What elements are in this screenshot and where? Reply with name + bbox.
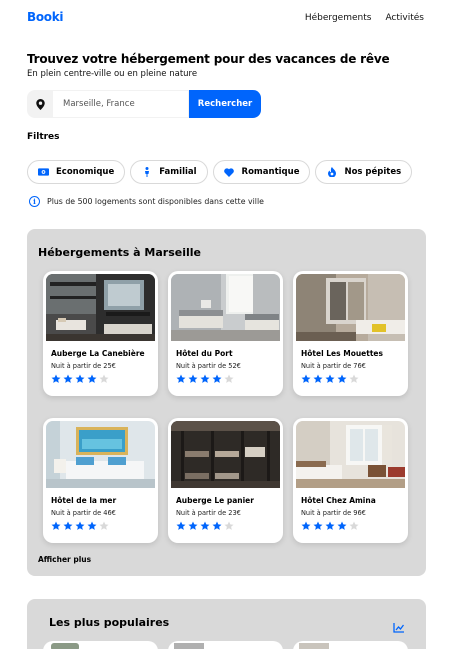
star-empty-icon bbox=[99, 374, 109, 383]
popular-card[interactable] bbox=[293, 641, 408, 649]
popular-card[interactable] bbox=[168, 641, 283, 649]
card-name: Hôtel de la mer bbox=[51, 496, 117, 505]
star-filled-icon bbox=[176, 374, 186, 383]
search-input[interactable] bbox=[53, 90, 189, 118]
filters-heading: Filtres bbox=[27, 132, 60, 142]
filter-chip-pepites[interactable]: Nos pépites bbox=[315, 160, 413, 184]
accommodations-section: Hébergements à Marseille Auberge La Cane… bbox=[27, 229, 426, 576]
main-nav: Hébergements Activités bbox=[305, 13, 424, 23]
info-icon: i bbox=[29, 196, 40, 207]
accommodation-card-port[interactable]: Hôtel du Port Nuit à partir de 52€ bbox=[168, 271, 283, 396]
filter-chip-economique[interactable]: Economique bbox=[27, 160, 126, 184]
hotel-room-photo bbox=[46, 421, 155, 488]
star-filled-icon bbox=[200, 374, 210, 383]
accommodation-card-mouettes[interactable]: Hôtel Les Mouettes Nuit à partir de 76€ bbox=[293, 271, 408, 396]
star-filled-icon bbox=[176, 521, 186, 530]
filter-chip-label: Romantique bbox=[241, 167, 300, 177]
star-filled-icon bbox=[337, 521, 347, 530]
page-title: Trouvez votre hébergement pour des vacan… bbox=[27, 52, 390, 66]
filter-chips: Economique Familial Romantique Nos pépit… bbox=[27, 160, 413, 184]
popular-card[interactable] bbox=[43, 641, 158, 649]
page-subtitle: En plein centre-ville ou en pleine natur… bbox=[27, 69, 198, 79]
filter-chip-label: Economique bbox=[56, 167, 115, 177]
hostel-bunk-photo bbox=[171, 421, 280, 488]
heart-icon bbox=[223, 167, 236, 177]
star-filled-icon bbox=[212, 374, 222, 383]
nav-link-hebergements[interactable]: Hébergements bbox=[305, 13, 372, 23]
rating-stars bbox=[176, 374, 234, 384]
card-name: Auberge Le panier bbox=[176, 496, 254, 505]
card-price: Nuit à partir de 76€ bbox=[301, 362, 366, 370]
rating-stars bbox=[301, 521, 359, 531]
star-filled-icon bbox=[212, 521, 222, 530]
star-filled-icon bbox=[188, 374, 198, 383]
booki-logo[interactable]: Booki bbox=[27, 10, 64, 24]
filter-chip-label: Familial bbox=[159, 167, 197, 177]
star-filled-icon bbox=[313, 374, 323, 383]
star-filled-icon bbox=[51, 521, 61, 530]
star-empty-icon bbox=[349, 374, 359, 383]
star-filled-icon bbox=[87, 521, 97, 530]
hotel-room-photo bbox=[296, 274, 405, 341]
card-price: Nuit à partir de 23€ bbox=[176, 509, 241, 517]
star-filled-icon bbox=[200, 521, 210, 530]
money-icon bbox=[37, 168, 50, 176]
filter-chip-romantique[interactable]: Romantique bbox=[212, 160, 311, 184]
star-empty-icon bbox=[349, 521, 359, 530]
hotel-room-photo bbox=[171, 274, 280, 341]
accommodation-card-mer[interactable]: Hôtel de la mer Nuit à partir de 46€ bbox=[43, 418, 158, 543]
search-button[interactable]: Rechercher bbox=[189, 90, 261, 118]
card-name: Auberge La Canebière bbox=[51, 349, 145, 358]
search-bar: Rechercher bbox=[27, 90, 261, 118]
filter-chip-label: Nos pépites bbox=[344, 167, 402, 177]
availability-text: Plus de 500 logements sont disponibles d… bbox=[47, 197, 264, 206]
star-filled-icon bbox=[63, 521, 73, 530]
card-price: Nuit à partir de 25€ bbox=[51, 362, 116, 370]
star-filled-icon bbox=[51, 374, 61, 383]
accommodation-card-panier[interactable]: Auberge Le panier Nuit à partir de 23€ bbox=[168, 418, 283, 543]
card-name: Hôtel Chez Amina bbox=[301, 496, 376, 505]
child-icon bbox=[140, 167, 153, 177]
hotel-room-photo bbox=[296, 421, 405, 488]
rating-stars bbox=[301, 374, 359, 384]
fire-icon bbox=[325, 167, 338, 177]
star-filled-icon bbox=[337, 374, 347, 383]
star-filled-icon bbox=[325, 521, 335, 530]
header: Booki Hébergements Activités bbox=[0, 0, 451, 38]
star-filled-icon bbox=[301, 374, 311, 383]
star-filled-icon bbox=[75, 521, 85, 530]
accommodation-card-canebiere[interactable]: Auberge La Canebière Nuit à partir de 25… bbox=[43, 271, 158, 396]
availability-info: i Plus de 500 logements sont disponibles… bbox=[29, 196, 264, 207]
rating-stars bbox=[51, 374, 109, 384]
star-filled-icon bbox=[75, 374, 85, 383]
card-price: Nuit à partir de 96€ bbox=[301, 509, 366, 517]
show-more-link[interactable]: Afficher plus bbox=[38, 555, 91, 564]
filter-chip-familial[interactable]: Familial bbox=[130, 160, 208, 184]
star-empty-icon bbox=[224, 521, 234, 530]
star-filled-icon bbox=[87, 374, 97, 383]
popular-section: Les plus populaires bbox=[27, 599, 426, 649]
hostel-bunk-photo bbox=[46, 274, 155, 341]
card-name: Hôtel Les Mouettes bbox=[301, 349, 383, 358]
section-title: Les plus populaires bbox=[49, 616, 170, 629]
star-filled-icon bbox=[63, 374, 73, 383]
star-empty-icon bbox=[99, 521, 109, 530]
nav-link-activites[interactable]: Activités bbox=[385, 13, 424, 23]
star-filled-icon bbox=[313, 521, 323, 530]
location-pin-icon bbox=[27, 90, 53, 118]
star-empty-icon bbox=[224, 374, 234, 383]
card-name: Hôtel du Port bbox=[176, 349, 233, 358]
rating-stars bbox=[51, 521, 109, 531]
accommodation-card-amina[interactable]: Hôtel Chez Amina Nuit à partir de 96€ bbox=[293, 418, 408, 543]
star-filled-icon bbox=[301, 521, 311, 530]
card-price: Nuit à partir de 46€ bbox=[51, 509, 116, 517]
trend-chart-icon bbox=[393, 618, 405, 637]
star-filled-icon bbox=[325, 374, 335, 383]
card-price: Nuit à partir de 52€ bbox=[176, 362, 241, 370]
rating-stars bbox=[176, 521, 234, 531]
section-title: Hébergements à Marseille bbox=[38, 246, 201, 259]
star-filled-icon bbox=[188, 521, 198, 530]
